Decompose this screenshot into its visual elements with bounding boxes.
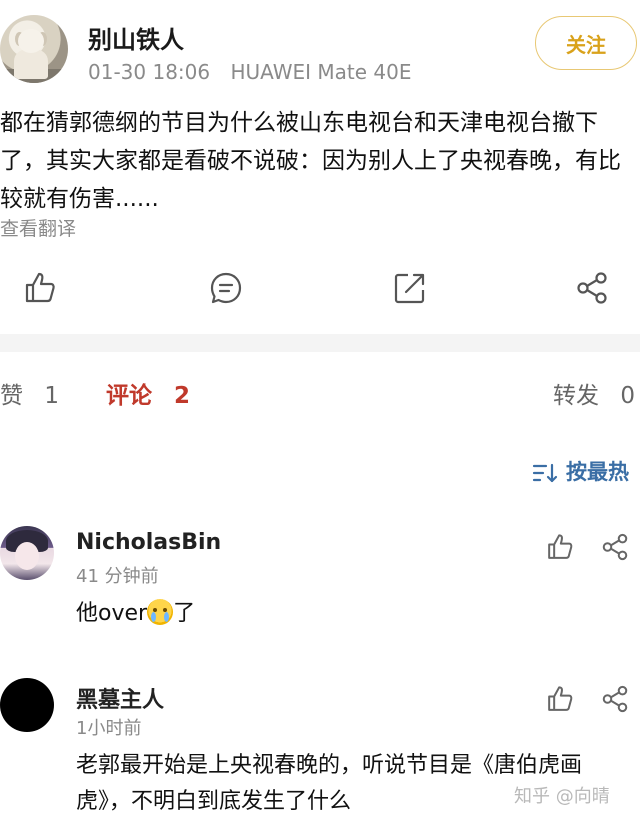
- crying-face-emoji-icon: [147, 599, 174, 625]
- reposts-label: 转发: [553, 383, 599, 409]
- likes-count: 1: [44, 383, 59, 409]
- comment-icon[interactable]: [208, 270, 244, 306]
- author-avatar[interactable]: [0, 15, 68, 83]
- comment-time: 1小时前: [76, 718, 142, 739]
- tab-reposts[interactable]: 转发 0: [553, 376, 635, 410]
- commenter-name[interactable]: 黑墓主人: [76, 682, 164, 714]
- comment-text-after: 了: [173, 601, 196, 626]
- section-divider: [0, 334, 640, 352]
- author-name[interactable]: 别山铁人: [88, 20, 184, 55]
- comments-count: 2: [174, 383, 191, 409]
- comment-share-icon[interactable]: [600, 532, 630, 562]
- tab-comments[interactable]: 评论 2: [106, 376, 190, 410]
- post-date: 01-30 18:06: [88, 60, 211, 84]
- action-bar: [0, 266, 640, 314]
- likes-label: 赞: [0, 383, 23, 409]
- comment-like-icon[interactable]: [545, 684, 575, 714]
- commenter-avatar[interactable]: [0, 678, 54, 732]
- post-content: 都在猜郭德纲的节目为什么被山东电视台和天津电视台撤下了，其实大家都是看破不说破：…: [0, 110, 621, 212]
- sort-toggle[interactable]: 按最热: [532, 456, 629, 486]
- post-device: HUAWEI Mate 40E: [230, 60, 412, 84]
- share-icon[interactable]: [574, 270, 610, 306]
- comment-time: 41 分钟前: [76, 566, 159, 587]
- translate-link[interactable]: 查看翻译: [0, 214, 76, 241]
- stats-tabs: 赞 1 评论 2 转发 0: [0, 376, 640, 416]
- watermark: 知乎 @向晴: [514, 786, 610, 807]
- repost-icon[interactable]: [392, 270, 428, 306]
- comment-text-before: 他over: [76, 601, 148, 626]
- comment-text: 他over 了: [76, 596, 636, 632]
- tab-likes[interactable]: 赞 1: [0, 376, 59, 410]
- sort-label: 按最热: [566, 460, 629, 484]
- post-header: 别山铁人 01-30 18:06 HUAWEI Mate 40E 关注: [0, 0, 640, 100]
- post-meta: 01-30 18:06 HUAWEI Mate 40E: [88, 60, 426, 84]
- follow-button[interactable]: 关注: [535, 16, 637, 70]
- sort-icon: [532, 463, 558, 483]
- comments-label: 评论: [106, 383, 152, 409]
- like-icon[interactable]: [22, 270, 58, 306]
- reposts-count: 0: [620, 383, 635, 409]
- comment-item: NicholasBin 41 分钟前 他over 了: [0, 524, 640, 644]
- comment-like-icon[interactable]: [545, 532, 575, 562]
- comment-share-icon[interactable]: [600, 684, 630, 714]
- commenter-name[interactable]: NicholasBin: [76, 530, 221, 555]
- commenter-avatar[interactable]: [0, 526, 54, 580]
